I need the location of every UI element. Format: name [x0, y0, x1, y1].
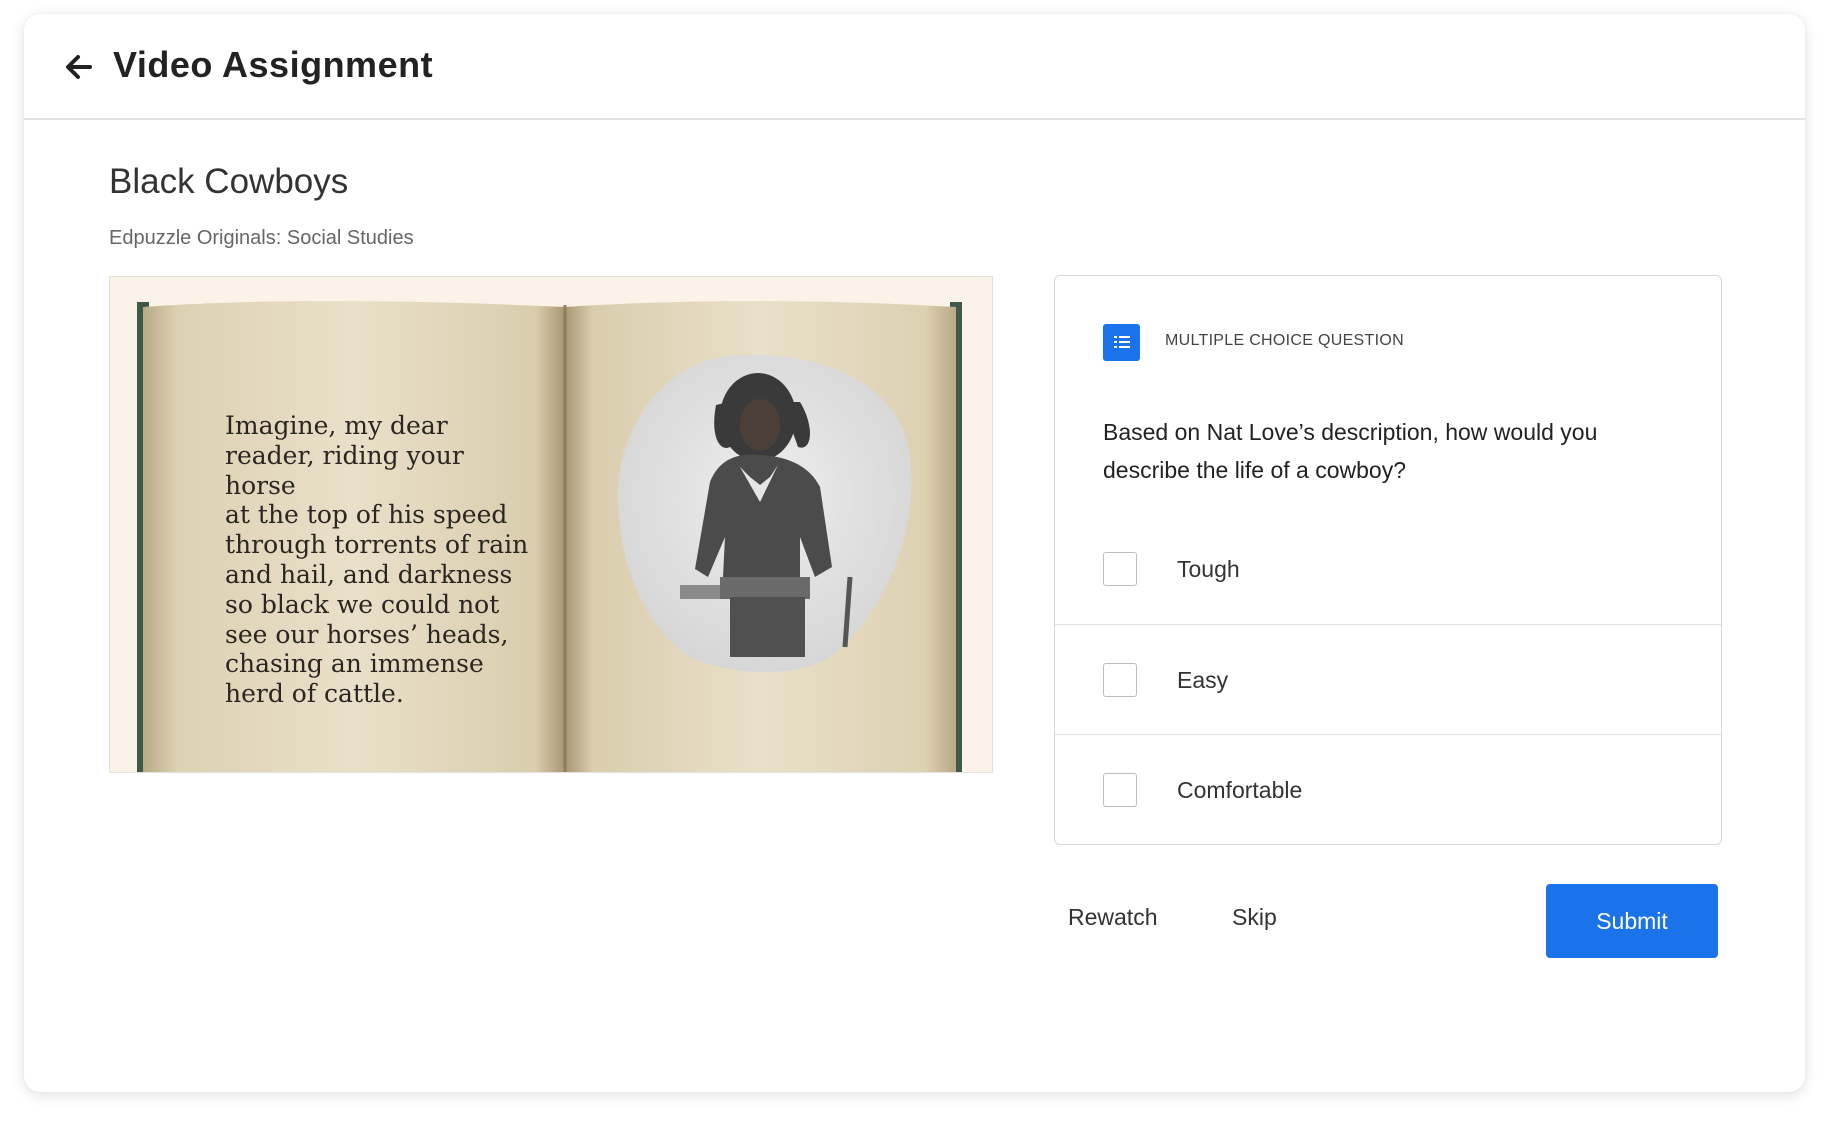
answer-checkbox[interactable] [1103, 773, 1137, 807]
video-player[interactable]: Imagine, my dear reader, riding your hor… [109, 276, 993, 773]
answer-checkbox[interactable] [1103, 552, 1137, 586]
top-bar: Video Assignment [24, 14, 1805, 120]
book-quote-text: Imagine, my dear reader, riding your hor… [225, 411, 529, 709]
answer-label: Easy [1177, 667, 1229, 693]
skip-button[interactable]: Skip [1232, 904, 1277, 931]
question-type-label: MULTIPLE CHOICE QUESTION [1165, 332, 1404, 349]
answer-option-tough[interactable]: Tough [1055, 514, 1721, 625]
page-title: Video Assignment [113, 44, 434, 85]
question-text: Based on Nat Love’s description, how wou… [1103, 419, 1598, 483]
submit-button[interactable]: Submit [1546, 884, 1718, 958]
question-card: MULTIPLE CHOICE QUESTION Based on Nat Lo… [1054, 275, 1722, 845]
back-arrow-icon[interactable] [60, 48, 98, 86]
video-source: Edpuzzle Originals: Social Studies [109, 227, 414, 249]
multiple-choice-list-icon [1103, 324, 1140, 361]
answer-option-easy[interactable]: Easy [1055, 624, 1721, 736]
answer-option-comfortable[interactable]: Comfortable [1055, 734, 1721, 844]
video-title: Black Cowboys [109, 162, 349, 201]
answer-label: Tough [1177, 556, 1240, 582]
assignment-card: Video Assignment Black Cowboys Edpuzzle … [24, 14, 1805, 1092]
answer-checkbox[interactable] [1103, 663, 1137, 697]
answer-label: Comfortable [1177, 777, 1303, 803]
rewatch-button[interactable]: Rewatch [1068, 904, 1157, 931]
